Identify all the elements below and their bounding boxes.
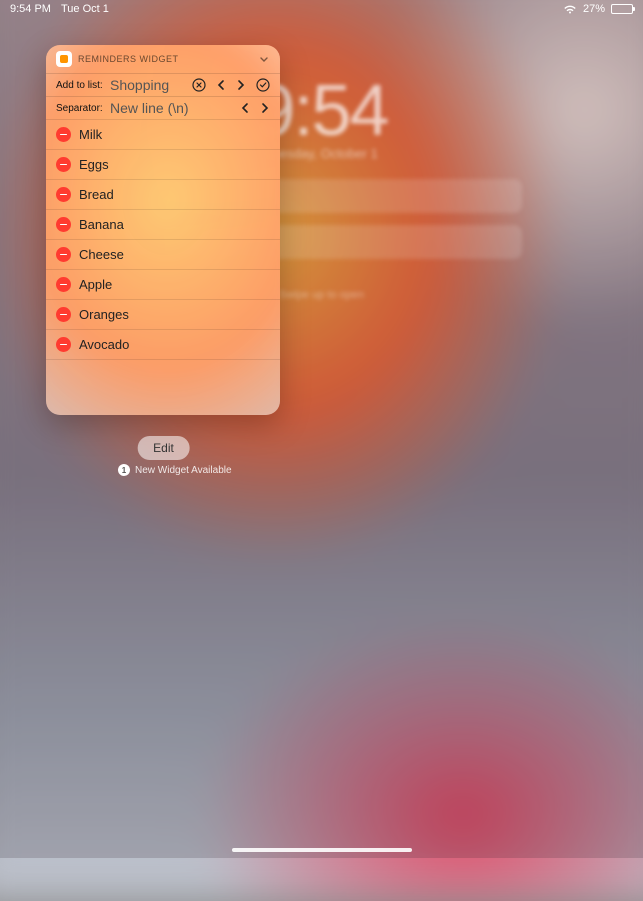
list-item[interactable]: Avocado (46, 329, 280, 359)
list-item-label: Milk (79, 127, 102, 142)
delete-icon[interactable] (56, 157, 71, 172)
add-to-list-row: Add to list: Shopping (46, 73, 280, 96)
next-separator-icon[interactable] (260, 101, 270, 115)
separator-row: Separator: New line (\n) (46, 96, 280, 119)
status-bar: 9:54 PM Tue Oct 1 27% (0, 0, 643, 18)
list-item[interactable]: Apple (46, 269, 280, 299)
list-item[interactable]: Bread (46, 179, 280, 209)
status-time: 9:54 PM (10, 3, 51, 15)
next-list-icon[interactable] (236, 78, 246, 92)
add-to-list-value: Shopping (110, 77, 192, 93)
new-widget-count-badge: 1 (118, 464, 130, 476)
edit-button[interactable]: Edit (137, 436, 190, 460)
chevron-down-icon[interactable] (258, 53, 270, 65)
delete-icon[interactable] (56, 277, 71, 292)
battery-icon (611, 4, 633, 14)
confirm-icon[interactable] (256, 78, 270, 92)
delete-icon[interactable] (56, 307, 71, 322)
add-to-list-label: Add to list: (56, 80, 110, 91)
list-item-label: Apple (79, 277, 112, 292)
lock-date: Tuesday, October 1 (265, 146, 378, 161)
battery-percent: 27% (583, 3, 605, 15)
delete-icon[interactable] (56, 187, 71, 202)
list-item-label: Eggs (79, 157, 109, 172)
list-item[interactable]: Milk (46, 119, 280, 149)
list-item[interactable]: Cheese (46, 239, 280, 269)
lock-hint: Swipe up to open (279, 289, 364, 301)
delete-icon[interactable] (56, 337, 71, 352)
widget-header[interactable]: REMINDERS WIDGET (46, 45, 280, 73)
clear-icon[interactable] (192, 78, 206, 92)
list-item-label: Avocado (79, 337, 129, 352)
widget-title: REMINDERS WIDGET (78, 54, 252, 64)
separator-label: Separator: (56, 103, 110, 114)
list-item[interactable]: Banana (46, 209, 280, 239)
app-icon (56, 51, 72, 67)
list-item-label: Oranges (79, 307, 129, 322)
delete-icon[interactable] (56, 247, 71, 262)
list-item[interactable]: Eggs (46, 149, 280, 179)
reminders-widget: REMINDERS WIDGET Add to list: Shopping (46, 45, 280, 415)
list-item-label: Cheese (79, 247, 124, 262)
widget-footer (46, 359, 280, 415)
wifi-icon (563, 4, 577, 14)
status-date: Tue Oct 1 (61, 3, 109, 15)
home-indicator[interactable] (232, 848, 412, 852)
separator-value: New line (\n) (110, 100, 240, 116)
reminder-list: Milk Eggs Bread Banana Cheese Apple Oranges Avo… (46, 119, 280, 359)
new-widget-label: New Widget Available (135, 465, 232, 476)
list-item-label: Banana (79, 217, 124, 232)
new-widget-available[interactable]: 1 New Widget Available (118, 464, 232, 476)
list-item-label: Bread (79, 187, 114, 202)
delete-icon[interactable] (56, 127, 71, 142)
delete-icon[interactable] (56, 217, 71, 232)
prev-list-icon[interactable] (216, 78, 226, 92)
prev-separator-icon[interactable] (240, 101, 250, 115)
list-item[interactable]: Oranges (46, 299, 280, 329)
